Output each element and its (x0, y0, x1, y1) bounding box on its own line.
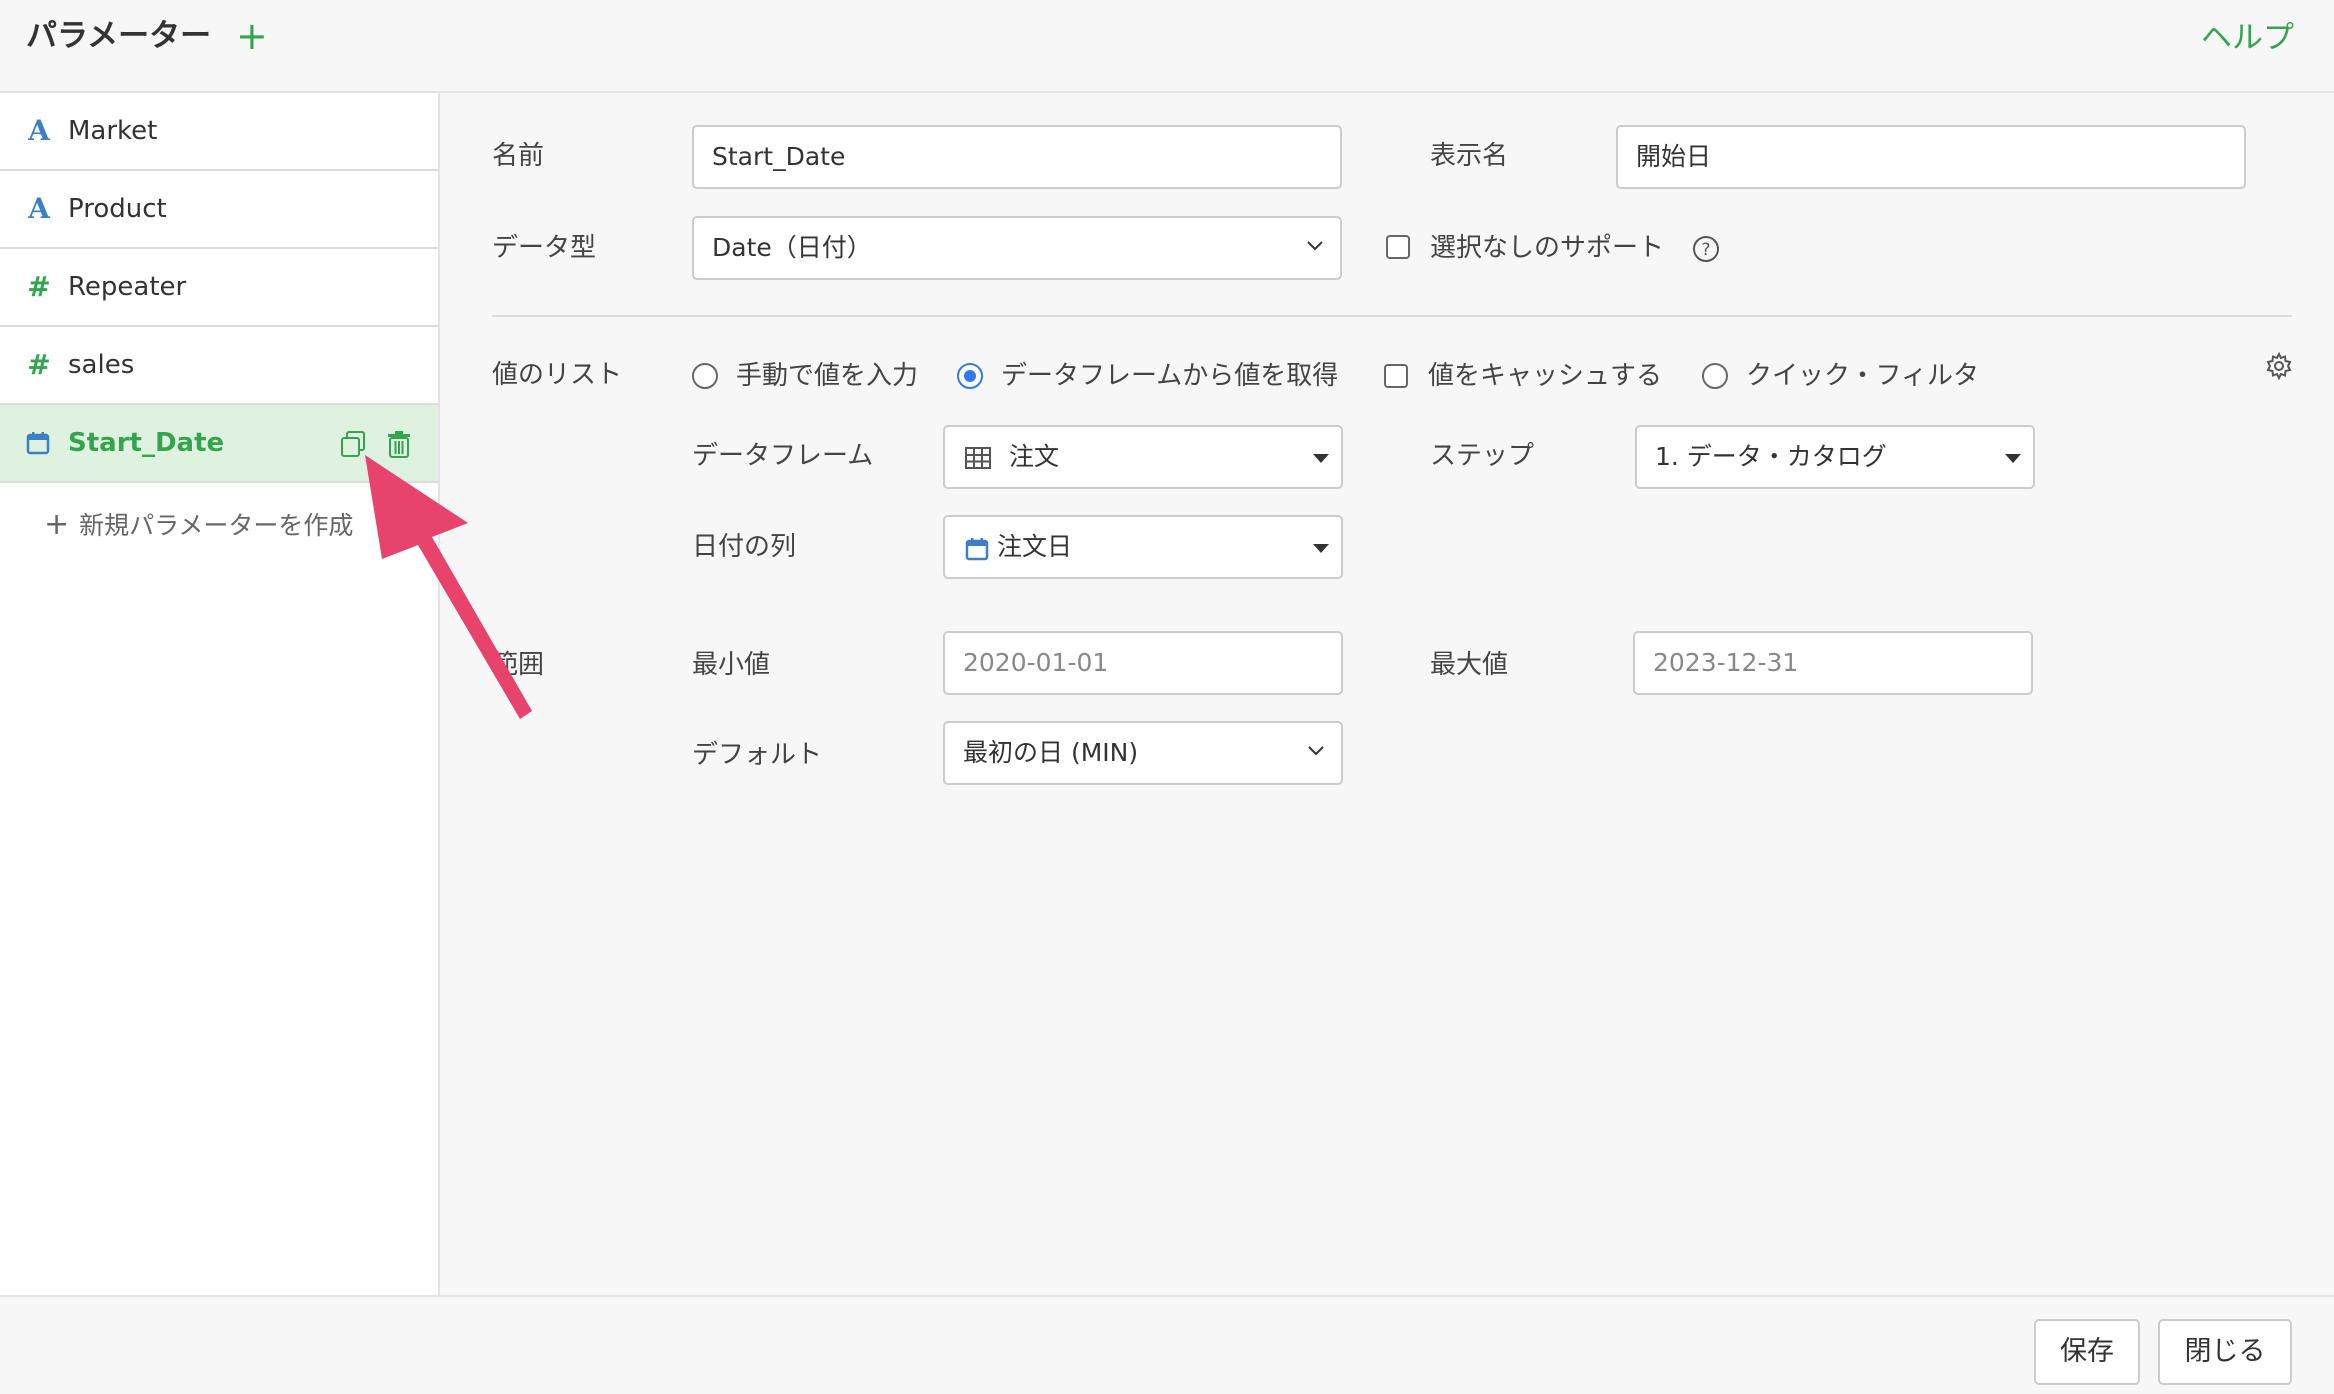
date-column-value: 注文日 (997, 532, 1073, 561)
dataframe-value: 注文 (1009, 442, 1060, 471)
help-glyph: ? (1701, 240, 1710, 260)
dialog-footer: 保存 閉じる (0, 1295, 2334, 1394)
trash-icon[interactable] (384, 429, 414, 459)
data-type-value: Date（日付） (712, 233, 872, 262)
dataframe-label: データフレーム (692, 441, 874, 471)
question-circle-icon[interactable]: ? (1692, 235, 1720, 263)
display-name-label: 表示名 (1430, 141, 1509, 171)
default-select[interactable]: 最初の日 (MIN) (943, 721, 1343, 785)
calendar-icon (965, 538, 989, 561)
range-label: 範囲 (492, 650, 545, 680)
sidebar-item-label: Product (68, 194, 167, 224)
no-selection-support-checkbox[interactable] (1386, 235, 1410, 259)
sidebar-item-label: Start_Date (68, 428, 225, 458)
text-type-icon: A (28, 114, 50, 147)
sidebar-item-market[interactable]: A Market (0, 93, 438, 171)
dialog-header: パラメーター + ヘルプ (0, 0, 2334, 93)
max-value-input[interactable]: 2023-12-31 (1633, 631, 2033, 695)
sidebar-item-label: sales (68, 350, 135, 380)
name-input[interactable]: Start_Date (692, 125, 1342, 189)
value-list-label: 値のリスト (492, 360, 623, 390)
caret-down-icon (1313, 544, 1329, 553)
caret-down-icon (2005, 454, 2021, 463)
data-type-select[interactable]: Date（日付） (692, 216, 1342, 280)
data-type-label: データ型 (492, 233, 597, 263)
cache-values-label[interactable]: 値をキャッシュする (1428, 356, 1662, 396)
new-parameter-link[interactable]: + 新規パラメーターを作成 (44, 505, 353, 546)
name-label: 名前 (492, 141, 545, 171)
step-value: 1. データ・カタログ (1655, 442, 1887, 471)
display-name-input[interactable]: 開始日 (1616, 125, 2246, 189)
plus-icon: + (44, 507, 70, 542)
gear-icon[interactable] (2264, 351, 2294, 381)
number-type-icon: # (27, 348, 51, 381)
sidebar-item-start-date[interactable]: Start_Date (0, 405, 438, 483)
caret-down-icon (1313, 454, 1329, 463)
no-selection-support-label[interactable]: 選択なしのサポート (1430, 228, 1664, 268)
step-label: ステップ (1430, 441, 1535, 471)
parameter-sidebar: A Market A Product # Repeater # sales St… (0, 93, 440, 1295)
quick-filter-radio[interactable] (1702, 363, 1728, 389)
calendar-icon (26, 432, 50, 455)
close-button[interactable]: 閉じる (2158, 1319, 2292, 1385)
table-icon (965, 447, 991, 469)
duplicate-icon[interactable] (338, 429, 368, 459)
sidebar-item-product[interactable]: A Product (0, 171, 438, 249)
from-dataframe-label[interactable]: データフレームから値を取得 (1001, 356, 1338, 396)
section-divider (492, 315, 2292, 317)
default-value: 最初の日 (MIN) (963, 738, 1139, 767)
new-parameter-label: 新規パラメーターを作成 (79, 511, 354, 540)
number-type-icon: # (27, 270, 51, 303)
cache-values-checkbox[interactable] (1384, 364, 1408, 388)
dataframe-select[interactable]: 注文 (943, 425, 1343, 489)
from-dataframe-radio[interactable] (957, 363, 983, 389)
quick-filter-label[interactable]: クイック・フィルタ (1746, 356, 1979, 396)
text-type-icon: A (28, 192, 50, 225)
add-parameter-icon[interactable]: + (236, 14, 268, 58)
default-label: デフォルト (692, 740, 823, 770)
sidebar-item-label: Market (68, 116, 158, 146)
chevron-down-icon (1307, 241, 1323, 251)
min-value-input[interactable]: 2020-01-01 (943, 631, 1343, 695)
sidebar-item-repeater[interactable]: # Repeater (0, 249, 438, 327)
help-link[interactable]: ヘルプ (2201, 18, 2294, 58)
manual-input-radio[interactable] (692, 363, 718, 389)
sidebar-item-sales[interactable]: # sales (0, 327, 438, 405)
max-label: 最大値 (1430, 650, 1509, 680)
manual-input-label[interactable]: 手動で値を入力 (736, 356, 918, 396)
min-label: 最小値 (692, 650, 771, 680)
date-column-label: 日付の列 (692, 532, 797, 562)
save-button[interactable]: 保存 (2034, 1319, 2140, 1385)
dialog-title: パラメーター (26, 18, 212, 54)
chevron-down-icon (1308, 746, 1324, 756)
sidebar-item-label: Repeater (68, 272, 187, 302)
step-select[interactable]: 1. データ・カタログ (1635, 425, 2035, 489)
date-column-select[interactable]: 注文日 (943, 515, 1343, 579)
parameter-form: 名前 Start_Date 表示名 開始日 データ型 Date（日付） 選択なし… (442, 93, 2334, 1295)
